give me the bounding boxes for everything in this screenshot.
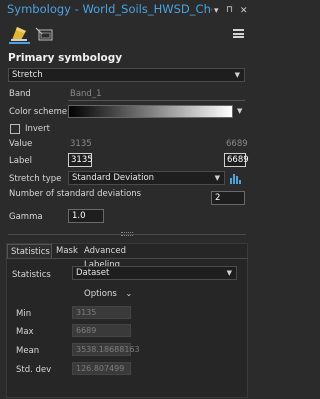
resize-grip[interactable] bbox=[121, 232, 133, 236]
band-label: Band bbox=[9, 89, 31, 99]
histogram-icon[interactable] bbox=[229, 172, 243, 184]
label-min-input[interactable]: 3135 bbox=[68, 153, 93, 167]
stat-min-label: Min bbox=[16, 309, 32, 319]
stat-stddev-value: 126.807499 bbox=[72, 362, 131, 375]
label-label: Label bbox=[9, 156, 32, 166]
window-menu-icon[interactable]: ▾ bbox=[214, 6, 219, 16]
chevron-down-icon[interactable]: ▼ bbox=[237, 107, 242, 115]
stat-stddev-label: Std. dev bbox=[16, 365, 52, 375]
stat-mean-label: Mean bbox=[16, 346, 40, 356]
label-max-input[interactable]: 6689 bbox=[224, 153, 249, 167]
tab-statistics[interactable]: Statistics bbox=[7, 244, 52, 258]
statistics-label: Statistics bbox=[12, 270, 51, 280]
close-icon[interactable]: ✕ bbox=[240, 6, 248, 16]
menu-icon[interactable] bbox=[233, 29, 244, 38]
stat-max-label: Max bbox=[16, 327, 34, 337]
tab-advanced-labeling[interactable]: Advanced Labeling bbox=[81, 244, 161, 270]
statistics-value: Dataset bbox=[76, 268, 110, 278]
stretch-type-dropdown[interactable]: Standard Deviation ▼ bbox=[68, 171, 225, 185]
value-label: Value bbox=[9, 139, 33, 149]
band-dropdown-underline bbox=[68, 100, 245, 101]
stat-mean-value: 3538.18688163 bbox=[72, 343, 140, 356]
masking-tool-icon[interactable] bbox=[35, 27, 53, 41]
window-title: Symbology - World_Soils_HWSD_Chemi... bbox=[7, 2, 212, 16]
value-max: 6689 bbox=[226, 139, 248, 149]
pin-icon[interactable]: ⊓ bbox=[226, 5, 233, 15]
renderer-value: Stretch bbox=[12, 70, 43, 80]
invert-checkbox[interactable] bbox=[10, 124, 20, 134]
tab-mask[interactable]: Mask bbox=[53, 244, 80, 258]
chevron-down-icon: ▼ bbox=[226, 269, 232, 277]
stretch-type-value: Standard Deviation bbox=[72, 173, 155, 183]
primary-symbology-tool-icon[interactable] bbox=[10, 25, 28, 42]
color-scheme-ramp[interactable] bbox=[68, 105, 233, 118]
band-value[interactable]: Band_1 bbox=[70, 89, 101, 99]
std-devs-input[interactable]: 2 bbox=[211, 191, 245, 205]
stretch-type-label: Stretch type bbox=[9, 174, 62, 184]
chevron-down-icon: ⌄ bbox=[125, 289, 133, 298]
stat-min-value: 3135 bbox=[72, 306, 131, 319]
invert-label: Invert bbox=[25, 124, 50, 134]
options-button[interactable]: Options ⌄ bbox=[84, 289, 132, 299]
statistics-dropdown[interactable]: Dataset ▼ bbox=[72, 266, 237, 280]
gamma-input[interactable]: 1.0 bbox=[68, 209, 104, 223]
chevron-down-icon: ▼ bbox=[214, 174, 220, 182]
stat-max-value: 6689 bbox=[72, 324, 131, 337]
section-title: Primary symbology bbox=[8, 52, 123, 64]
renderer-dropdown[interactable]: Stretch ▼ bbox=[8, 68, 245, 82]
color-scheme-label: Color scheme bbox=[9, 107, 68, 117]
value-min: 3135 bbox=[70, 139, 92, 149]
gamma-label: Gamma bbox=[9, 212, 43, 222]
options-label: Options bbox=[84, 289, 117, 299]
std-devs-label: Number of standard deviations bbox=[9, 189, 142, 199]
tab-underline bbox=[6, 258, 248, 259]
chevron-down-icon: ▼ bbox=[234, 71, 240, 79]
active-tool-indicator bbox=[9, 42, 30, 44]
